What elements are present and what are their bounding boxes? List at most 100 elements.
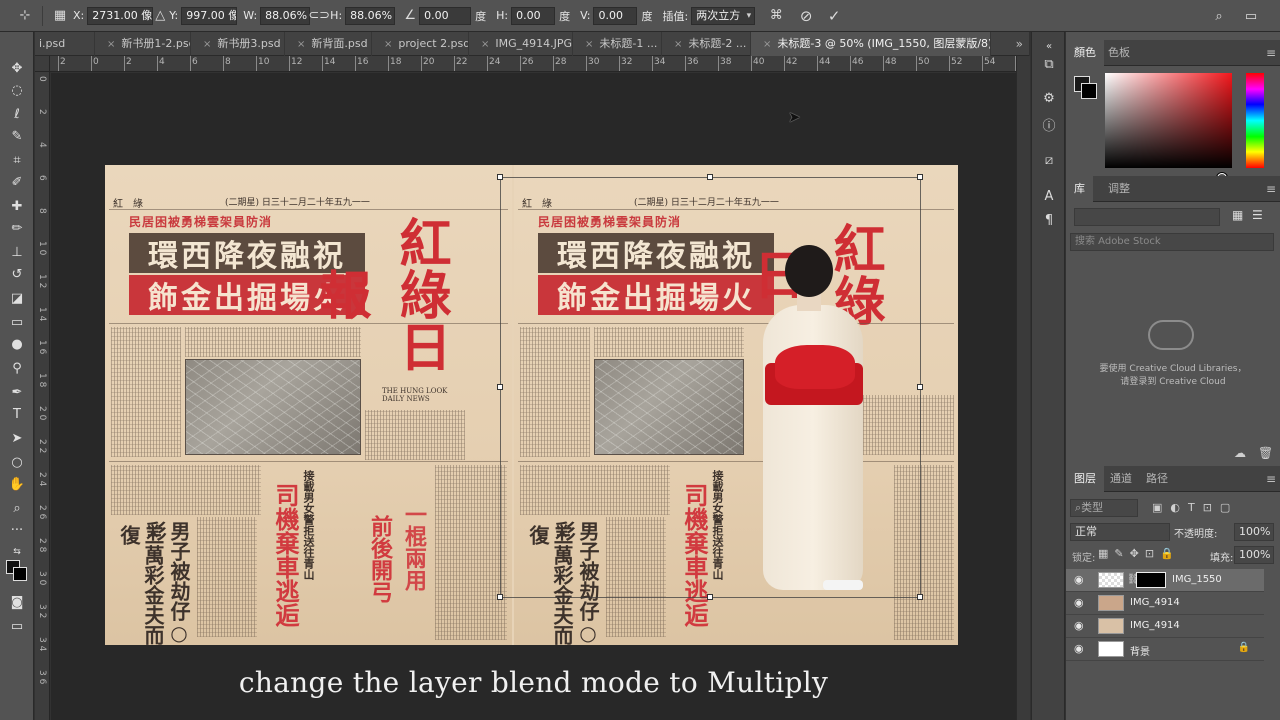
collapse-panels-icon[interactable]: «	[1039, 36, 1059, 56]
lock-icons[interactable]: ▦✎✥⊡🔒	[1098, 547, 1180, 560]
layer-mask-thumbnail[interactable]	[1136, 572, 1166, 588]
character-panel-icon[interactable]: A	[1039, 186, 1059, 206]
zoom-tool-icon[interactable]: ⌕	[5, 498, 29, 518]
properties-panel-icon[interactable]: ⚙	[1039, 88, 1059, 108]
quick-mask-icon[interactable]: ◙	[5, 592, 29, 612]
marquee-tool-icon[interactable]: ◌	[5, 80, 29, 100]
visibility-eye-icon[interactable]: ◉	[1074, 642, 1084, 655]
color-background-swatch[interactable]	[1081, 83, 1097, 99]
tab-document-3[interactable]: × 新书册3.psd	[191, 32, 285, 56]
transform-handle[interactable]	[707, 594, 713, 600]
tab-document-4[interactable]: × 新背面.psd	[285, 32, 372, 56]
tab-document-7[interactable]: × 未标题-1 ...	[573, 32, 662, 56]
shape-tool-icon[interactable]: ○	[5, 452, 29, 472]
info-panel-icon[interactable]: ⓘ	[1039, 114, 1059, 134]
transform-handle[interactable]	[707, 174, 713, 180]
stock-search-input[interactable]: 搜索 Adobe Stock	[1070, 233, 1274, 251]
type-tool-icon[interactable]: T	[5, 404, 29, 424]
tab-swatches[interactable]: 色板	[1100, 40, 1138, 66]
tab-close-icon[interactable]: ×	[481, 39, 489, 50]
transform-handle[interactable]	[497, 174, 503, 180]
more-tools-icon[interactable]: ···	[5, 520, 29, 540]
width-field[interactable]: 88.06%	[260, 6, 311, 25]
layer-filter-select[interactable]: ⌕类型	[1070, 499, 1138, 517]
commit-transform-icon[interactable]: ✓	[823, 5, 845, 27]
tab-close-icon[interactable]: ×	[107, 39, 115, 50]
list-view-icon[interactable]: ☰	[1252, 208, 1263, 222]
transform-handle[interactable]	[917, 594, 923, 600]
cancel-transform-icon[interactable]: ⊘	[795, 5, 817, 27]
fill-field[interactable]: 100%	[1234, 546, 1274, 564]
skew-v-field[interactable]: 0.00	[593, 6, 638, 25]
tab-channels[interactable]: 通道	[1102, 466, 1140, 492]
history-brush-icon[interactable]: ↺	[5, 264, 29, 284]
transform-handle[interactable]	[497, 384, 503, 390]
tab-document-5[interactable]: × project 2.psd	[372, 32, 469, 56]
canvas-scrollbar[interactable]	[1016, 56, 1030, 720]
blur-tool-icon[interactable]: ●	[5, 334, 29, 354]
warp-mode-icon[interactable]: ⌘	[765, 5, 787, 27]
transform-handle[interactable]	[917, 174, 923, 180]
height-field[interactable]: 88.06%	[345, 6, 396, 25]
tab-close-icon[interactable]: ×	[674, 39, 682, 50]
skew-h-field[interactable]: 0.00	[511, 6, 556, 25]
workspace-icon[interactable]: ▭	[1240, 5, 1262, 27]
transform-handle[interactable]	[497, 594, 503, 600]
delta-icon[interactable]: △	[153, 5, 167, 27]
eyedropper-icon[interactable]: ✐	[5, 172, 29, 192]
tab-overflow-button[interactable]: »	[1016, 32, 1023, 56]
lasso-tool-icon[interactable]: ℓ	[5, 104, 29, 124]
screen-mode-icon[interactable]: ▭	[5, 616, 29, 636]
panel-menu-icon[interactable]: ≡	[1266, 40, 1276, 66]
healing-brush-icon[interactable]: ✚	[5, 196, 29, 216]
tab-close-icon[interactable]: ×	[297, 39, 305, 50]
transform-bounding-box[interactable]	[497, 174, 923, 600]
tab-close-icon[interactable]: ×	[203, 39, 211, 50]
history-panel-icon[interactable]: ⧉	[1039, 54, 1059, 74]
layer-filter-icons[interactable]: ▣◐T⊡▢	[1152, 501, 1238, 514]
swap-colors-icon[interactable]: ⇆	[5, 542, 29, 562]
paths-tool-panel-icon[interactable]: ⧄	[1039, 150, 1059, 170]
pen-tool-icon[interactable]: ✒	[5, 382, 29, 402]
tab-library[interactable]: 库	[1066, 176, 1093, 202]
link-icon[interactable]: ⊂⊃	[308, 5, 330, 27]
visibility-eye-icon[interactable]: ◉	[1074, 619, 1084, 632]
tab-document-8[interactable]: × 未标题-2 ...	[662, 32, 751, 56]
move-tool-icon[interactable]: ✥	[5, 58, 29, 78]
transform-handle[interactable]	[917, 384, 923, 390]
tab-close-icon[interactable]: ×	[763, 39, 771, 50]
tab-adjustments[interactable]: 调整	[1100, 176, 1138, 202]
grid-view-icon[interactable]: ▦	[1232, 208, 1243, 222]
y-position-field[interactable]: 997.00 像素	[181, 6, 238, 25]
panel-menu-icon[interactable]: ≡	[1266, 176, 1276, 202]
visibility-eye-icon[interactable]: ◉	[1074, 596, 1084, 609]
tab-document-2[interactable]: × 新书册1-2.psd	[95, 32, 191, 56]
eraser-icon[interactable]: ◪	[5, 288, 29, 308]
library-select[interactable]	[1074, 208, 1220, 226]
tab-document-1[interactable]: i.psd	[35, 32, 95, 56]
trash-icon[interactable]: 🗑	[1258, 446, 1273, 460]
background-color-swatch[interactable]	[13, 567, 27, 581]
stamp-tool-icon[interactable]: ⊥	[5, 242, 29, 262]
dodge-tool-icon[interactable]: ⚲	[5, 358, 29, 378]
layer-row[interactable]: ◉ ⛓ IMG_1550	[1066, 569, 1264, 592]
color-field[interactable]	[1105, 73, 1232, 183]
lock-icon[interactable]: 🔒	[1238, 642, 1250, 653]
paragraph-panel-icon[interactable]: ¶	[1039, 210, 1059, 230]
layer-row[interactable]: ◉ IMG_4914	[1066, 592, 1264, 615]
rotate-angle-field[interactable]: 0.00	[419, 6, 472, 25]
interpolation-select[interactable]: 两次立方	[691, 6, 756, 25]
quick-selection-icon[interactable]: ✎	[5, 126, 29, 146]
brush-tool-icon[interactable]: ✏	[5, 218, 29, 238]
visibility-eye-icon[interactable]: ◉	[1074, 573, 1084, 586]
hand-tool-icon[interactable]: ✋	[5, 474, 29, 494]
gradient-icon[interactable]: ▭	[5, 312, 29, 332]
panel-menu-icon[interactable]: ≡	[1266, 466, 1276, 492]
hue-slider[interactable]	[1246, 73, 1264, 168]
search-icon[interactable]: ⌕	[1208, 5, 1230, 27]
layer-row[interactable]: ◉ 背景 🔒	[1066, 638, 1264, 661]
cc-sync-icon[interactable]: ☁	[1234, 446, 1246, 460]
opacity-field[interactable]: 100%	[1234, 523, 1274, 541]
reference-point-icon[interactable]: ▦	[49, 5, 71, 27]
tab-close-icon[interactable]: ×	[384, 39, 392, 50]
